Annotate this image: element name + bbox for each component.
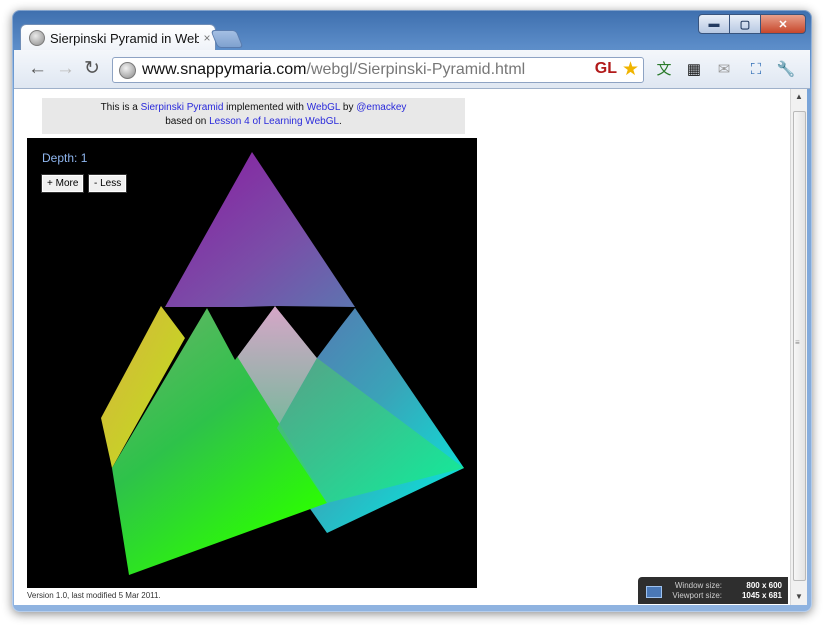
wrench-icon[interactable]: 🔧 (776, 60, 796, 80)
lesson-link[interactable]: Lesson 4 of Learning WebGL (209, 116, 339, 127)
site-globe-icon (119, 61, 136, 79)
less-button[interactable]: - Less (87, 174, 128, 193)
window-size-overlay: Window size: 800 x 600 Viewport size: 10… (638, 577, 788, 604)
sierpinski-pyramid-render (101, 152, 464, 575)
fullscreen-icon[interactable]: ⛶ (746, 60, 766, 80)
webgl-badge-icon[interactable]: GL (595, 60, 617, 78)
intro-box: This is a Sierpinski Pyramid implemented… (42, 98, 465, 134)
reload-icon[interactable]: ↻ (84, 59, 100, 79)
viewport-size-row: Viewport size: 1045 x 681 (668, 591, 784, 600)
grip-icon: ≡ (795, 338, 800, 347)
page-content: This is a Sierpinski Pyramid implemented… (14, 89, 790, 605)
browser-tab[interactable]: Sierpinski Pyramid in WebGL × (20, 24, 216, 51)
qr-code-icon[interactable]: ▦ (684, 60, 704, 80)
scroll-up-icon[interactable]: ▲ (791, 89, 807, 105)
window-size-row: Window size: 800 x 600 (668, 581, 784, 590)
url-host: www.snappymaria.com (142, 61, 307, 78)
back-icon[interactable]: ← (28, 59, 47, 79)
viewport-size-value: 1045 x 681 (741, 591, 782, 600)
toolbar: ← → ↻ www.snappymaria.com/webgl/Sierpins… (14, 50, 810, 89)
mail-icon[interactable]: ✉ (714, 60, 734, 80)
more-button[interactable]: + More (40, 174, 85, 193)
based-on-line: based on Lesson 4 of Learning WebGL. (42, 115, 465, 129)
url-path: /webgl/Sierpinski-Pyramid.html (306, 61, 526, 78)
intro-line: This is a Sierpinski Pyramid implemented… (42, 101, 465, 115)
window-controls: ▬ ▢ ✕ (698, 14, 806, 34)
globe-icon (29, 30, 45, 46)
webgl-link[interactable]: WebGL (307, 102, 340, 113)
sierpinski-link[interactable]: Sierpinski Pyramid (141, 102, 224, 113)
maximize-button[interactable]: ▢ (729, 14, 761, 34)
tab-title: Sierpinski Pyramid in WebGL (50, 30, 199, 46)
scroll-down-icon[interactable]: ▼ (791, 589, 807, 605)
webgl-canvas[interactable]: Depth: 1 + More - Less (27, 138, 477, 588)
depth-label: Depth: 1 (42, 151, 88, 165)
address-bar[interactable]: www.snappymaria.com/webgl/Sierpinski-Pyr… (112, 57, 644, 83)
version-note: Version 1.0, last modified 5 Mar 2011. (27, 591, 161, 600)
vertical-scrollbar[interactable]: ▲ ≡ ▼ (790, 89, 807, 605)
intro-text: by (340, 102, 357, 113)
window-icon (646, 586, 662, 598)
close-window-button[interactable]: ✕ (760, 14, 806, 34)
intro-text: This is a (100, 102, 141, 113)
intro-text: implemented with (223, 102, 307, 113)
viewport-size-label: Viewport size: (672, 591, 722, 600)
window-size-value: 800 x 600 (746, 581, 782, 590)
based-text: . (339, 116, 342, 127)
translate-icon[interactable]: 文 (654, 60, 674, 80)
minimize-button[interactable]: ▬ (698, 14, 730, 34)
based-text: based on (165, 116, 210, 127)
bookmark-star-icon[interactable]: ★ (622, 58, 639, 81)
forward-icon[interactable]: → (56, 59, 75, 79)
window-size-label: Window size: (674, 581, 722, 590)
author-link[interactable]: @emackey (356, 102, 406, 113)
